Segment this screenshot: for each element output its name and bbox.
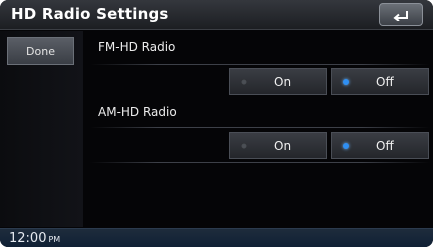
hd-radio-settings-screen: HD Radio Settings Done FM-HD Radio On Of… [0,0,433,247]
radio-indicator-selected-icon [343,79,349,85]
back-arrow-icon [393,10,408,21]
fm-hd-off-button[interactable]: Off [331,68,429,95]
option-label: Off [376,75,394,89]
radio-indicator-selected-icon [343,143,349,149]
radio-indicator-icon [241,79,247,85]
divider [90,127,430,128]
divider [90,64,430,65]
option-label: On [274,75,292,89]
back-button[interactable] [379,3,423,26]
divider [90,162,430,163]
left-menu-panel: Done [0,31,83,227]
fm-hd-on-button[interactable]: On [229,68,327,95]
clock: 12:00 PM [9,231,60,246]
status-bar: 12:00 PM [0,228,433,247]
am-hd-on-button[interactable]: On [229,132,327,159]
am-hd-radio-label: AM-HD Radio [98,105,177,119]
option-label: Off [376,139,394,153]
page-title: HD Radio Settings [11,5,169,23]
radio-indicator-icon [241,143,247,149]
title-bar: HD Radio Settings [0,0,433,30]
fm-hd-radio-label: FM-HD Radio [98,40,176,54]
done-button[interactable]: Done [7,37,74,65]
am-hd-off-button[interactable]: Off [331,132,429,159]
option-label: On [274,139,292,153]
clock-ampm: PM [48,235,61,244]
clock-time: 12:00 [9,231,47,246]
